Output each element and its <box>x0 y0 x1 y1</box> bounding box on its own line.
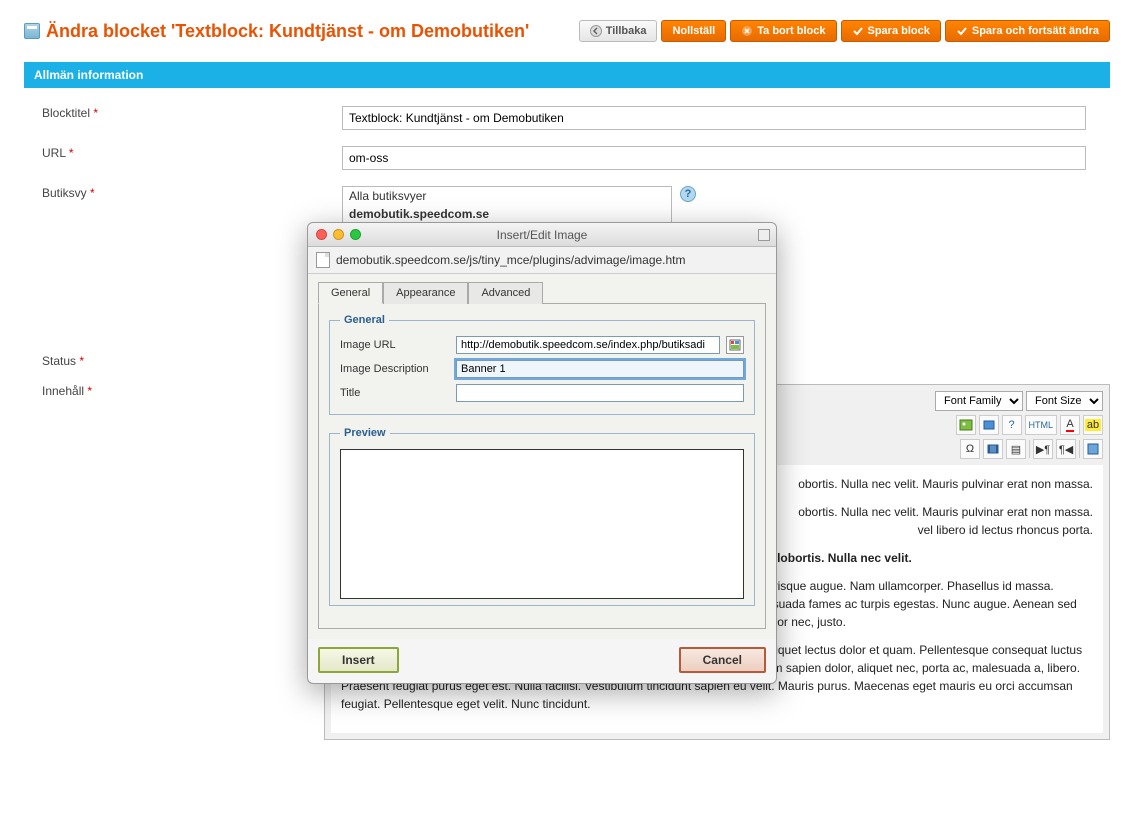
font-size-select[interactable]: Font Size <box>1026 391 1103 411</box>
url-label: URL * <box>42 146 342 160</box>
help-icon[interactable]: ? <box>680 186 696 202</box>
delete-icon <box>741 25 753 37</box>
rtl-icon[interactable]: ¶◀ <box>1056 439 1076 459</box>
cancel-button[interactable]: Cancel <box>679 647 766 673</box>
back-label: Tillbaka <box>606 25 647 37</box>
ltr-icon[interactable]: ▶¶ <box>1033 439 1053 459</box>
fullscreen-icon[interactable] <box>1083 439 1103 459</box>
delete-button[interactable]: Ta bort block <box>730 20 836 42</box>
tab-appearance[interactable]: Appearance <box>383 282 468 304</box>
page-title-text: Ändra blocket 'Textblock: Kundtjänst - o… <box>46 21 529 42</box>
film-icon[interactable] <box>983 439 1003 459</box>
document-icon <box>316 252 330 268</box>
preview-box <box>340 449 744 599</box>
url-input[interactable] <box>342 146 1086 170</box>
expand-icon[interactable] <box>758 229 770 241</box>
help-icon-toolbar[interactable]: ? <box>1002 415 1022 435</box>
modal-title: Insert/Edit Image <box>308 228 776 242</box>
insert-button[interactable]: Insert <box>318 647 399 673</box>
content-label: Innehåll * <box>42 384 342 398</box>
blocktitle-label: Blocktitel * <box>42 106 342 120</box>
delete-label: Ta bort block <box>757 25 825 37</box>
html-button[interactable]: HTML <box>1025 415 1058 435</box>
save-label: Spara block <box>868 25 930 37</box>
image-icon[interactable] <box>956 415 976 435</box>
save-continue-label: Spara och fortsätt ändra <box>972 25 1099 37</box>
storeview-label: Butiksvy * <box>42 186 342 200</box>
modal-url-text: demobutik.speedcom.se/js/tiny_mce/plugin… <box>336 253 686 267</box>
back-button[interactable]: Tillbaka <box>579 20 658 42</box>
tab-general[interactable]: General <box>318 282 383 304</box>
image-title-input[interactable] <box>456 384 744 402</box>
browse-icon[interactable] <box>726 336 744 354</box>
status-label: Status * <box>42 354 342 368</box>
section-header-general: Allmän information <box>24 62 1110 88</box>
omega-icon[interactable]: Ω <box>960 439 980 459</box>
modal-url-bar: demobutik.speedcom.se/js/tiny_mce/plugin… <box>308 247 776 274</box>
fieldset-preview-legend: Preview <box>340 427 390 439</box>
image-title-label: Title <box>340 387 450 399</box>
image-url-label: Image URL <box>340 339 450 351</box>
insert-image-modal: Insert/Edit Image demobutik.speedcom.se/… <box>307 222 777 684</box>
image-url-input[interactable] <box>456 336 720 354</box>
reset-button[interactable]: Nollställ <box>661 20 726 42</box>
text-color-icon[interactable]: A <box>1060 415 1080 435</box>
storeview-option-all[interactable]: Alla butiksvyer <box>343 187 671 205</box>
zoom-window-icon[interactable] <box>350 229 361 240</box>
font-family-select[interactable]: Font Family <box>935 391 1023 411</box>
media-icon[interactable] <box>979 415 999 435</box>
image-description-label: Image Description <box>340 363 450 375</box>
check-icon <box>852 25 864 37</box>
close-window-icon[interactable] <box>316 229 327 240</box>
clapper-icon[interactable]: ▤ <box>1006 439 1026 459</box>
block-icon <box>24 23 40 39</box>
blocktitle-input[interactable] <box>342 106 1086 130</box>
check-icon <box>956 25 968 37</box>
tab-advanced[interactable]: Advanced <box>468 282 543 304</box>
modal-titlebar[interactable]: Insert/Edit Image <box>308 223 776 247</box>
action-buttons: Tillbaka Nollställ Ta bort block Spara b… <box>579 20 1110 42</box>
bg-color-icon[interactable]: ab <box>1083 415 1103 435</box>
reset-label: Nollställ <box>672 25 715 37</box>
fieldset-general-legend: General <box>340 314 389 326</box>
page-title: Ändra blocket 'Textblock: Kundtjänst - o… <box>24 21 529 42</box>
storeview-select[interactable]: Alla butiksvyer demobutik.speedcom.se <box>342 186 672 224</box>
minimize-window-icon[interactable] <box>333 229 344 240</box>
save-continue-button[interactable]: Spara och fortsätt ändra <box>945 20 1110 42</box>
save-button[interactable]: Spara block <box>841 20 941 42</box>
storeview-option-selected[interactable]: demobutik.speedcom.se <box>343 205 671 223</box>
back-arrow-icon <box>590 25 602 37</box>
image-description-input[interactable] <box>456 360 744 378</box>
